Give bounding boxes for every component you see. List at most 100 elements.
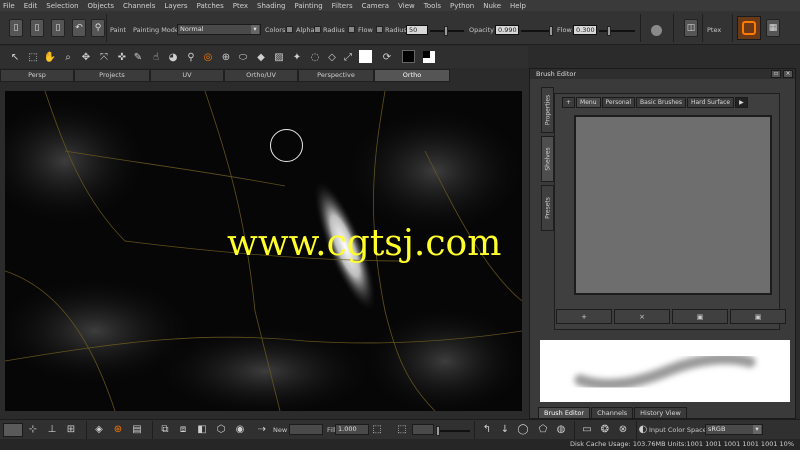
bubble-icon[interactable]: ◕ <box>166 50 180 64</box>
polygon-select-icon[interactable]: ⬠ <box>536 422 550 436</box>
tab-persp[interactable]: Persp <box>0 69 74 82</box>
clone-icon[interactable]: ✦ <box>290 50 304 64</box>
menu-camera[interactable]: Camera <box>362 2 389 10</box>
lasso-select-icon[interactable]: ◯ <box>516 422 530 436</box>
record-icon[interactable] <box>651 25 662 36</box>
menu-tools[interactable]: Tools <box>424 2 441 10</box>
paint-brush-icon[interactable]: ✎ <box>131 50 145 64</box>
menu-selection[interactable]: Selection <box>46 2 78 10</box>
menu-edit[interactable]: Edit <box>24 2 38 10</box>
menu-help[interactable]: Help <box>510 2 526 10</box>
align-icon[interactable]: ⊥ <box>45 422 59 436</box>
frame-icon[interactable]: ◫ <box>684 19 698 37</box>
move-down-icon[interactable]: ↓ <box>498 422 512 436</box>
tab-perspective[interactable]: Perspective <box>298 69 374 82</box>
snap-icon[interactable]: ⊹ <box>26 422 40 436</box>
fill-field[interactable]: 1.000 <box>335 424 369 435</box>
save-file-icon[interactable]: ▯ <box>51 19 65 37</box>
mari-node-icon[interactable]: ⊛ <box>111 422 125 436</box>
mari-logo-icon[interactable] <box>737 16 761 40</box>
eyedropper-icon[interactable]: ⤢ <box>341 50 355 64</box>
viewer-icon[interactable]: ◐ <box>636 422 650 436</box>
foreground-color-swatch[interactable] <box>359 50 372 63</box>
link-icon[interactable]: ⚲ <box>91 19 105 37</box>
tab-uv[interactable]: UV <box>150 69 224 82</box>
grid-icon[interactable]: ▦ <box>766 19 780 37</box>
tab-channels[interactable]: Channels <box>591 407 634 419</box>
magnify-icon[interactable]: ⌕ <box>61 50 75 64</box>
flow-field[interactable]: 0.300 <box>573 25 597 35</box>
paint-bucket-icon[interactable]: ◈ <box>92 422 106 436</box>
sharpen-icon[interactable]: ◇ <box>325 50 339 64</box>
tab-projects[interactable]: Projects <box>74 69 150 82</box>
shelf-tab-personal[interactable]: Personal <box>601 97 636 108</box>
open-file-icon[interactable]: ▯ <box>30 19 44 37</box>
radius-field[interactable]: 50 <box>406 25 428 35</box>
shelf-add-button[interactable]: + <box>556 309 612 324</box>
grid-snap-icon[interactable]: ⊞ <box>64 422 78 436</box>
colorspace-icon[interactable]: ⊗ <box>616 422 630 436</box>
fill-mode-icon[interactable]: ⬚ <box>370 422 384 436</box>
eraser-icon[interactable]: ⬭ <box>236 50 250 64</box>
new-dropdown[interactable] <box>289 424 323 435</box>
shelf-remove-button[interactable]: × <box>614 309 670 324</box>
menu-patches[interactable]: Patches <box>197 2 224 10</box>
shelf-grid[interactable] <box>574 115 772 295</box>
gradient-icon[interactable]: ▨ <box>272 50 286 64</box>
menu-channels[interactable]: Channels <box>123 2 155 10</box>
tab-shelves[interactable]: Shelves <box>541 136 554 182</box>
flow-slider[interactable] <box>599 26 635 36</box>
tab-brush-editor[interactable]: Brush Editor <box>538 407 591 419</box>
menu-nuke[interactable]: Nuke <box>483 2 501 10</box>
smudge-icon[interactable]: ☝ <box>149 50 163 64</box>
background-color-swatch[interactable] <box>402 50 415 63</box>
hand-icon[interactable]: ✋ <box>43 50 57 64</box>
shelf-tab-basic-brushes[interactable]: Basic Brushes <box>636 97 686 108</box>
transform-icon[interactable]: ⤧ <box>97 50 111 64</box>
pick-icon[interactable]: ⚲ <box>184 50 198 64</box>
cube-icon[interactable]: ⬡ <box>214 422 228 436</box>
colors-checkbox[interactable] <box>286 26 293 33</box>
radius-slider[interactable] <box>430 26 464 36</box>
radius-checkbox[interactable] <box>348 26 355 33</box>
float-icon[interactable]: ▫ <box>771 70 781 78</box>
menu-ptex[interactable]: Ptex <box>233 2 248 10</box>
shelf-tab-hard-surface[interactable]: Hard Surface <box>686 97 735 108</box>
transfer-icon[interactable]: ⇢ <box>255 422 269 436</box>
viewport-canvas[interactable]: www.cgtsj.com <box>5 91 522 411</box>
alpha-checkbox[interactable] <box>314 26 321 33</box>
new-file-icon[interactable]: ▯ <box>9 19 23 37</box>
paste-icon[interactable]: ⧈ <box>176 422 190 436</box>
checker-icon[interactable] <box>3 423 23 437</box>
add-shelf-button[interactable]: + <box>562 97 576 108</box>
menu-python[interactable]: Python <box>450 2 474 10</box>
undo-history-icon[interactable]: ↶ <box>72 19 86 37</box>
rotate-left-icon[interactable]: ↰ <box>480 422 494 436</box>
menu-painting[interactable]: Painting <box>294 2 322 10</box>
bottom-slider[interactable] <box>436 426 470 436</box>
marquee-select-icon[interactable]: ⬚ <box>26 50 40 64</box>
tab-properties[interactable]: Properties <box>541 87 554 133</box>
flow-checkbox[interactable] <box>376 26 383 33</box>
tab-ortho[interactable]: Ortho <box>374 69 450 82</box>
select-arrow-icon[interactable]: ↖ <box>8 50 22 64</box>
lasso-icon[interactable]: ✜ <box>115 50 129 64</box>
swap-colors-icon[interactable]: ⟳ <box>380 50 394 64</box>
opacity-field[interactable]: 0.990 <box>495 25 519 35</box>
shelf-export-button[interactable]: ▣ <box>672 309 728 324</box>
menu-objects[interactable]: Objects <box>88 2 114 10</box>
tab-presets[interactable]: Presets <box>541 185 554 231</box>
menu-layers[interactable]: Layers <box>164 2 187 10</box>
stamp-icon[interactable]: ⊕ <box>219 50 233 64</box>
blur-icon[interactable]: ◌ <box>308 50 322 64</box>
fill-icon[interactable]: ◆ <box>254 50 268 64</box>
opacity-slider[interactable] <box>521 26 553 36</box>
cache-icon[interactable]: ▭ <box>580 422 594 436</box>
reset-colors-icon[interactable] <box>423 51 435 63</box>
menu-file[interactable]: File <box>3 2 15 10</box>
input-color-space-dropdown[interactable]: sRGB ▾ <box>705 424 763 435</box>
sync-icon[interactable]: ◍ <box>554 422 568 436</box>
shelf-tab-menu[interactable]: Menu <box>576 97 601 108</box>
copy-icon[interactable]: ⧉ <box>158 422 172 436</box>
shelf-scroll-right-icon[interactable]: ▶ <box>735 97 748 108</box>
